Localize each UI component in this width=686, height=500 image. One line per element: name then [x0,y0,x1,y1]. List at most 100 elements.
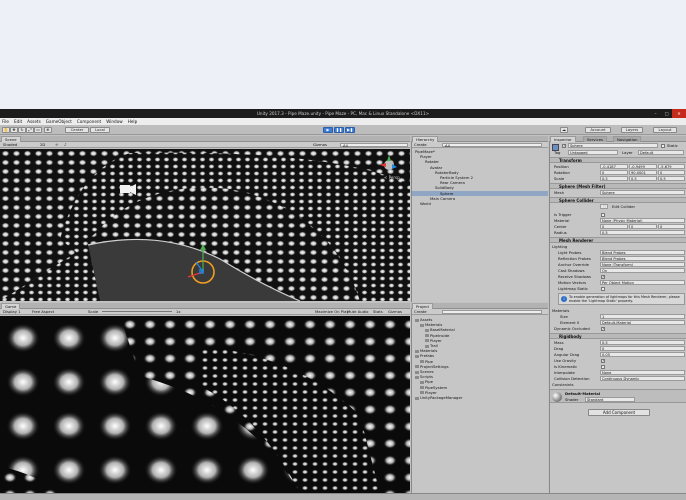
game-gizmos-dropdown[interactable]: Gizmos [388,309,402,314]
aspect-dropdown[interactable]: Free Aspect [32,309,54,314]
hand-tool-button[interactable]: ✋ [2,127,10,133]
is-trigger-checkbox[interactable] [601,213,605,217]
main-toolbar: ✋ ✥ ↻ ⤢ ▭ ⊕ Center Local ▶ ❚❚ ▶❚ ☁ Accou… [0,125,686,135]
rect-tool-button[interactable]: ▭ [34,127,42,133]
scene-gizmos-dropdown[interactable]: Gizmos [313,142,327,147]
drag-label: Drag [554,346,564,351]
rotation-x-field[interactable]: 0 [600,170,628,175]
play-button[interactable]: ▶ [323,127,333,133]
menu-help[interactable]: Help [128,118,138,125]
hierarchy-create-dropdown[interactable]: Create [414,142,427,147]
display-dropdown[interactable]: Display 1 [3,309,21,314]
menu-file[interactable]: File [2,118,9,125]
cast-shadows-dropdown[interactable]: On [600,268,685,273]
position-y-field[interactable]: -0.9499 [629,164,657,169]
active-checkbox[interactable]: ✓ [562,144,566,148]
lighting-foldout[interactable]: Lighting [552,244,567,249]
scale-slider[interactable] [102,311,172,312]
audio-icon[interactable]: ♪ [64,142,66,147]
static-checkbox[interactable] [661,144,665,148]
game-view[interactable] [0,316,410,493]
stats-toggle[interactable]: Stats [373,309,383,314]
project-item[interactable]: UnityPackageManager [412,395,548,400]
mesh-filter-component-header[interactable]: Sphere (Mesh Filter) [550,183,686,189]
scale-tool-button[interactable]: ⤢ [26,127,34,133]
mute-audio-toggle[interactable]: Mute Audio [347,309,369,314]
add-component-button[interactable]: Add Component [588,409,650,416]
transform-tool-button[interactable]: ⊕ [44,127,52,133]
tag-dropdown[interactable]: Untagged [568,150,618,155]
hierarchy-item[interactable]: World [412,201,548,206]
maximize-button[interactable]: □ [661,109,672,118]
radius-field[interactable]: 0.5 [600,230,685,235]
mesh-field[interactable]: Sphere [600,190,685,195]
use-gravity-checkbox[interactable]: ✓ [601,359,605,363]
layers-dropdown[interactable]: Layers [621,127,643,133]
rotation-y-field[interactable]: 90.0001 [629,170,657,175]
element0-field[interactable]: Default-Material [600,320,685,325]
2d-toggle[interactable]: 2D [40,142,45,147]
is-kinematic-checkbox[interactable] [601,365,605,369]
shader-dropdown[interactable]: Standard [585,397,635,402]
menu-edit[interactable]: Edit [14,118,22,125]
step-button[interactable]: ▶❚ [345,127,355,133]
collab-icon[interactable]: ☁ [560,127,568,133]
lighting-icon[interactable]: ☼ [55,142,58,147]
anchor-override-field[interactable]: None (Transform) [600,262,685,267]
sphere-collider-component-header[interactable]: Sphere Collider [550,197,686,203]
receive-shadows-checkbox[interactable]: ✓ [601,275,605,279]
project-create-dropdown[interactable]: Create [414,309,427,314]
reflection-probes-dropdown[interactable]: Blend Probes [600,256,685,261]
scale-y-field[interactable]: 0.5 [629,176,657,181]
pause-button[interactable]: ❚❚ [334,127,344,133]
transform-component-header[interactable]: Transform [550,157,686,163]
menu-window[interactable]: Window [106,118,123,125]
interpolate-dropdown[interactable]: None [600,370,685,375]
light-probes-dropdown[interactable]: Blend Probes [600,250,685,255]
maximize-on-play-toggle[interactable]: Maximize On Play [315,309,349,314]
scale-z-field[interactable]: 0.5 [658,176,685,181]
menu-assets[interactable]: Assets [27,118,41,125]
mass-field[interactable]: 0.5 [600,340,685,345]
center-label: Center [554,224,567,229]
scale-x-field[interactable]: 0.5 [600,176,628,181]
folder-icon [425,344,429,348]
scene-search-input[interactable]: All [340,143,408,147]
rotation-z-field[interactable]: 0 [658,170,685,175]
motion-vectors-dropdown[interactable]: Per Object Motion [600,280,685,285]
move-tool-button[interactable]: ✥ [10,127,18,133]
materials-size-field[interactable]: 1 [600,314,685,319]
center-x-field[interactable]: 0 [600,224,628,229]
position-z-field[interactable]: -5.679 [658,164,685,169]
collision-detection-dropdown[interactable]: Continuous Dynamic [600,376,685,381]
materials-foldout[interactable]: Materials [552,308,569,313]
menu-component[interactable]: Component [77,118,101,125]
scene-view[interactable]: < Persp [0,149,410,301]
close-button[interactable]: ✕ [672,109,686,118]
collider-material-field[interactable]: None (Physic Material) [600,218,685,223]
pivot-toggle[interactable]: Center [65,127,89,133]
constraints-foldout[interactable]: Constraints [552,382,574,387]
account-dropdown[interactable]: Account [585,127,611,133]
object-name-field[interactable]: Sphere [568,143,658,148]
drag-field[interactable]: 0 [600,346,685,351]
lightmap-static-checkbox[interactable] [601,287,605,291]
project-search-input[interactable] [442,310,542,314]
minimize-button[interactable]: – [650,109,661,118]
position-x-field[interactable]: -0.4187 [600,164,628,169]
shading-dropdown[interactable]: Shaded [3,142,17,147]
mesh-renderer-component-header[interactable]: Mesh Renderer [550,237,686,243]
mesh-filter-title: Sphere (Mesh Filter) [559,184,606,189]
hierarchy-search-input[interactable]: All [442,143,542,147]
space-toggle[interactable]: Local [90,127,110,133]
layer-dropdown[interactable]: Default [638,150,684,155]
center-y-field[interactable]: 0 [629,224,657,229]
edit-collider-icon[interactable]: ⬚ [600,204,608,209]
center-z-field[interactable]: 0 [658,224,685,229]
angular-drag-field[interactable]: 0.05 [600,352,685,357]
layout-dropdown[interactable]: Layout [653,127,677,133]
rotate-tool-button[interactable]: ↻ [18,127,26,133]
menu-gameobject[interactable]: GameObject [46,118,72,125]
dynamic-occluded-checkbox[interactable]: ✓ [601,327,605,331]
rigidbody-component-header[interactable]: Rigidbody [550,333,686,339]
